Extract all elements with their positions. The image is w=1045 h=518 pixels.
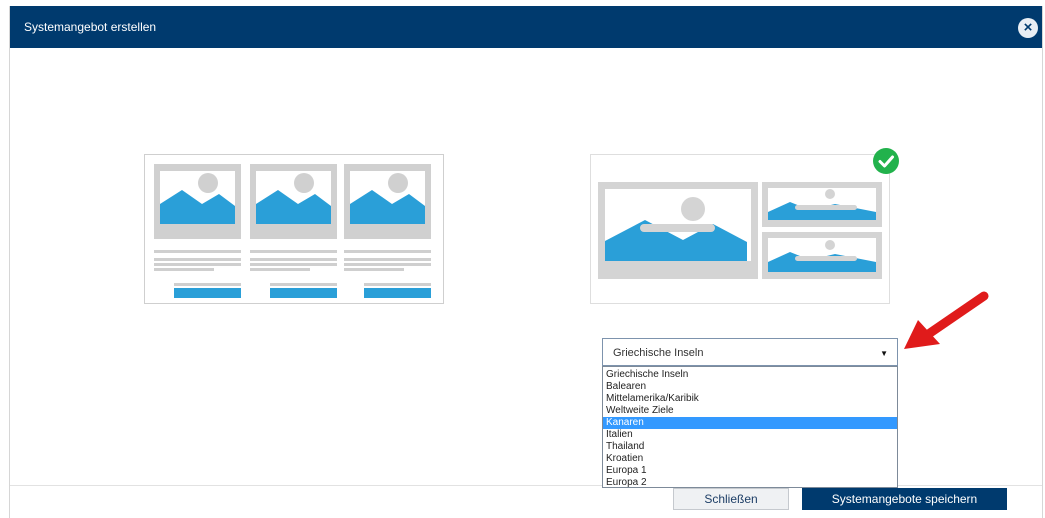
column-1-image-icon xyxy=(154,164,241,239)
selected-check-icon xyxy=(873,148,899,174)
close-button[interactable]: Schließen xyxy=(673,488,789,510)
column-3-image-icon xyxy=(344,164,431,239)
dropdown-option[interactable]: Griechische Inseln xyxy=(603,369,897,381)
dropdown-option[interactable]: Italien xyxy=(603,429,897,441)
column-2-image-icon xyxy=(250,164,337,239)
dropdown-option[interactable]: Weltweite Ziele xyxy=(603,405,897,417)
close-icon[interactable]: × xyxy=(1018,18,1038,38)
dropdown-option[interactable]: Mittelamerika/Karibik xyxy=(603,393,897,405)
red-arrow-icon xyxy=(904,291,989,349)
region-select-value: Griechische Inseln xyxy=(613,347,704,359)
dropdown-option[interactable]: Kroatien xyxy=(603,453,897,465)
dropdown-option[interactable]: Europa 1 xyxy=(603,465,897,477)
layout-option-hero-with-two[interactable] xyxy=(590,154,890,304)
small-image-top-icon xyxy=(762,182,882,227)
layout-option-three-column[interactable] xyxy=(144,154,444,304)
small-image-bottom-icon xyxy=(762,232,882,279)
dropdown-option-highlighted[interactable]: Kanaren xyxy=(603,417,897,429)
hero-image-icon xyxy=(598,182,758,279)
region-dropdown-list[interactable]: Griechische Inseln Balearen Mittelamerik… xyxy=(602,366,898,488)
caret-down-icon: ▼ xyxy=(880,349,888,358)
dropdown-option[interactable]: Thailand xyxy=(603,441,897,453)
dialog-titlebar: Systemangebot erstellen × xyxy=(10,6,1042,48)
region-select[interactable]: Griechische Inseln ▼ xyxy=(602,338,898,366)
dropdown-option[interactable]: Balearen xyxy=(603,381,897,393)
save-system-offers-button[interactable]: Systemangebote speichern xyxy=(802,488,1007,510)
dialog-title: Systemangebot erstellen xyxy=(24,20,157,34)
